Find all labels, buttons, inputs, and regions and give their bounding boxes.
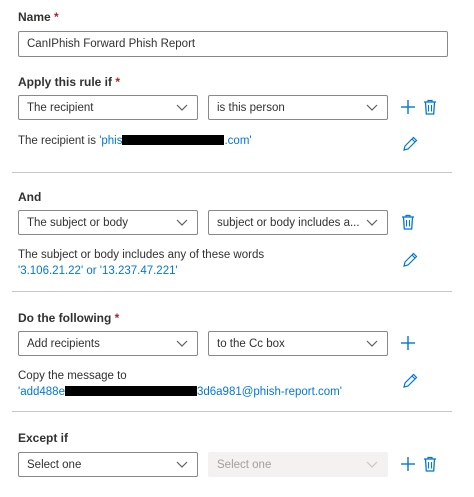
do-following-label-text: Do the following (18, 311, 112, 325)
trash-icon (424, 456, 436, 472)
condition-operator-dropdown[interactable]: is this person (208, 95, 388, 120)
action-target-value: to the Cc box (217, 337, 285, 350)
action-target-dropdown[interactable]: to the Cc box (208, 331, 388, 356)
name-label-text: Name (18, 10, 51, 24)
exception-operator-dropdown: Select one (208, 452, 388, 477)
condition-dropdown[interactable]: The recipient (18, 95, 198, 120)
pencil-icon (403, 373, 418, 388)
condition-summary-prefix: The recipient is (18, 135, 100, 147)
delete-and-condition-button[interactable] (399, 213, 417, 231)
required-mark: * (54, 10, 59, 24)
add-exception-button[interactable] (399, 455, 417, 473)
apply-rule-label-text: Apply this rule if (18, 75, 113, 89)
delete-exception-button[interactable] (421, 455, 439, 473)
divider (12, 172, 452, 173)
chevron-down-icon (175, 216, 189, 230)
required-mark: * (115, 75, 121, 89)
plus-icon (401, 100, 415, 114)
trash-icon (402, 214, 414, 230)
action-summary-address: 'add488e 3d6a981@phish-report.com' (18, 384, 342, 400)
cc-address-link-start[interactable]: 'add488e (18, 386, 65, 398)
name-label: Name * (18, 10, 59, 24)
and-summary-line1: The subject or body includes any of thes… (18, 249, 265, 261)
action-dropdown[interactable]: Add recipients (18, 331, 198, 356)
delete-condition-button[interactable] (421, 98, 439, 116)
exception-condition-placeholder: Select one (27, 458, 82, 471)
divider (12, 291, 452, 292)
required-mark: * (114, 311, 120, 325)
pencil-icon (403, 136, 418, 151)
action-summary-line1: Copy the message to (18, 370, 127, 382)
and-operator-dropdown[interactable]: subject or body includes a... (208, 210, 388, 235)
redaction-bar (64, 386, 197, 396)
exception-condition-dropdown[interactable]: Select one (18, 452, 198, 477)
condition-value: The recipient (27, 101, 94, 114)
pencil-icon (403, 252, 418, 267)
and-summary-keywords-link[interactable]: '3.106.21.22' or '13.237.47.221' (18, 263, 178, 279)
condition-operator-value: is this person (217, 101, 285, 114)
chevron-down-icon (365, 216, 379, 230)
trash-icon (424, 99, 436, 115)
and-label-text: And (18, 190, 42, 204)
divider (12, 411, 452, 412)
and-condition-value: The subject or body (27, 216, 129, 229)
rule-name-input[interactable]: CanIPhish Forward Phish Report (18, 31, 448, 57)
edit-condition-button[interactable] (401, 135, 419, 153)
and-condition-dropdown[interactable]: The subject or body (18, 210, 198, 235)
and-label: And (18, 190, 41, 204)
chevron-down-icon (175, 101, 189, 115)
chevron-down-icon (365, 458, 379, 472)
recipient-link-start[interactable]: 'phis (99, 135, 122, 147)
except-if-label-text: Except if (18, 431, 69, 445)
and-operator-value: subject or body includes a... (217, 216, 360, 229)
apply-rule-label: Apply this rule if * (18, 75, 120, 89)
except-if-label: Except if (18, 431, 68, 445)
plus-icon (401, 336, 415, 350)
add-action-button[interactable] (399, 334, 417, 352)
chevron-down-icon (175, 337, 189, 351)
edit-and-condition-button[interactable] (401, 251, 419, 269)
redaction-bar (122, 135, 225, 145)
rule-name-value: CanIPhish Forward Phish Report (27, 38, 196, 50)
condition-summary: The recipient is 'phis .com' (18, 133, 252, 149)
do-following-label: Do the following * (18, 311, 119, 325)
action-value: Add recipients (27, 337, 100, 350)
chevron-down-icon (365, 101, 379, 115)
edit-action-button[interactable] (401, 372, 419, 390)
cc-address-link-end[interactable]: 3d6a981@phish-report.com' (197, 386, 342, 398)
chevron-down-icon (175, 458, 189, 472)
plus-icon (401, 457, 415, 471)
add-condition-button[interactable] (399, 98, 417, 116)
exception-operator-placeholder: Select one (217, 458, 272, 471)
chevron-down-icon (365, 337, 379, 351)
recipient-link-end[interactable]: .com' (224, 135, 251, 147)
